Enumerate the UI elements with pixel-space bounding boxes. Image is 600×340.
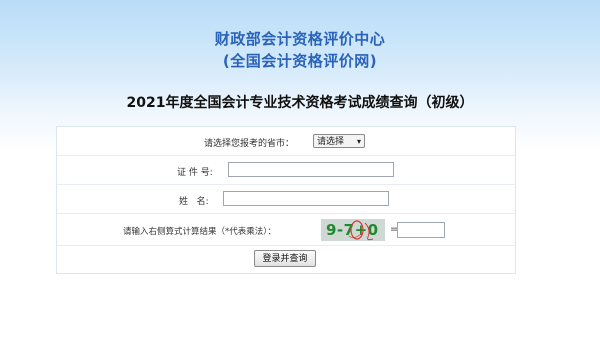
province-select[interactable]: 请选择 ▾ bbox=[313, 134, 365, 148]
org-site-name: (全国会计资格评价网) bbox=[222, 52, 378, 70]
province-select-value: 请选择 bbox=[317, 137, 345, 147]
name-label: 姓 名: bbox=[179, 197, 209, 207]
id-number-input[interactable] bbox=[228, 162, 394, 177]
captcha-noise bbox=[348, 220, 374, 241]
province-row: 请选择您报考的省市： 请选择 ▾ bbox=[57, 127, 515, 156]
page-title: 2021年度全国会计专业技术资格考试成绩查询（初级） bbox=[126, 95, 474, 111]
org-name: 财政部会计资格评价中心 bbox=[214, 30, 386, 48]
login-query-button[interactable]: 登录并查询 bbox=[254, 250, 316, 267]
score-query-form: 请选择您报考的省市： 请选择 ▾ 证 件 号: 姓 名: 请输入右侧算式计算结果… bbox=[56, 126, 516, 274]
header: 财政部会计资格评价中心 (全国会计资格评价网) bbox=[0, 28, 600, 72]
captcha-row: 请输入右侧算式计算结果（*代表乘法）： 9-7+0 = bbox=[57, 214, 515, 246]
name-row: 姓 名: bbox=[57, 185, 515, 214]
id-number-label: 证 件 号: bbox=[177, 168, 213, 178]
name-input[interactable] bbox=[223, 191, 389, 206]
captcha-label: 请输入右侧算式计算结果（*代表乘法）： bbox=[123, 227, 277, 237]
captcha-image[interactable]: 9-7+0 bbox=[321, 219, 385, 241]
captcha-answer-input[interactable] bbox=[397, 222, 445, 238]
chevron-down-icon: ▾ bbox=[356, 137, 361, 146]
submit-row: 登录并查询 bbox=[57, 246, 515, 273]
id-number-row: 证 件 号: bbox=[57, 156, 515, 185]
province-label: 请选择您报考的省市： bbox=[204, 139, 295, 149]
